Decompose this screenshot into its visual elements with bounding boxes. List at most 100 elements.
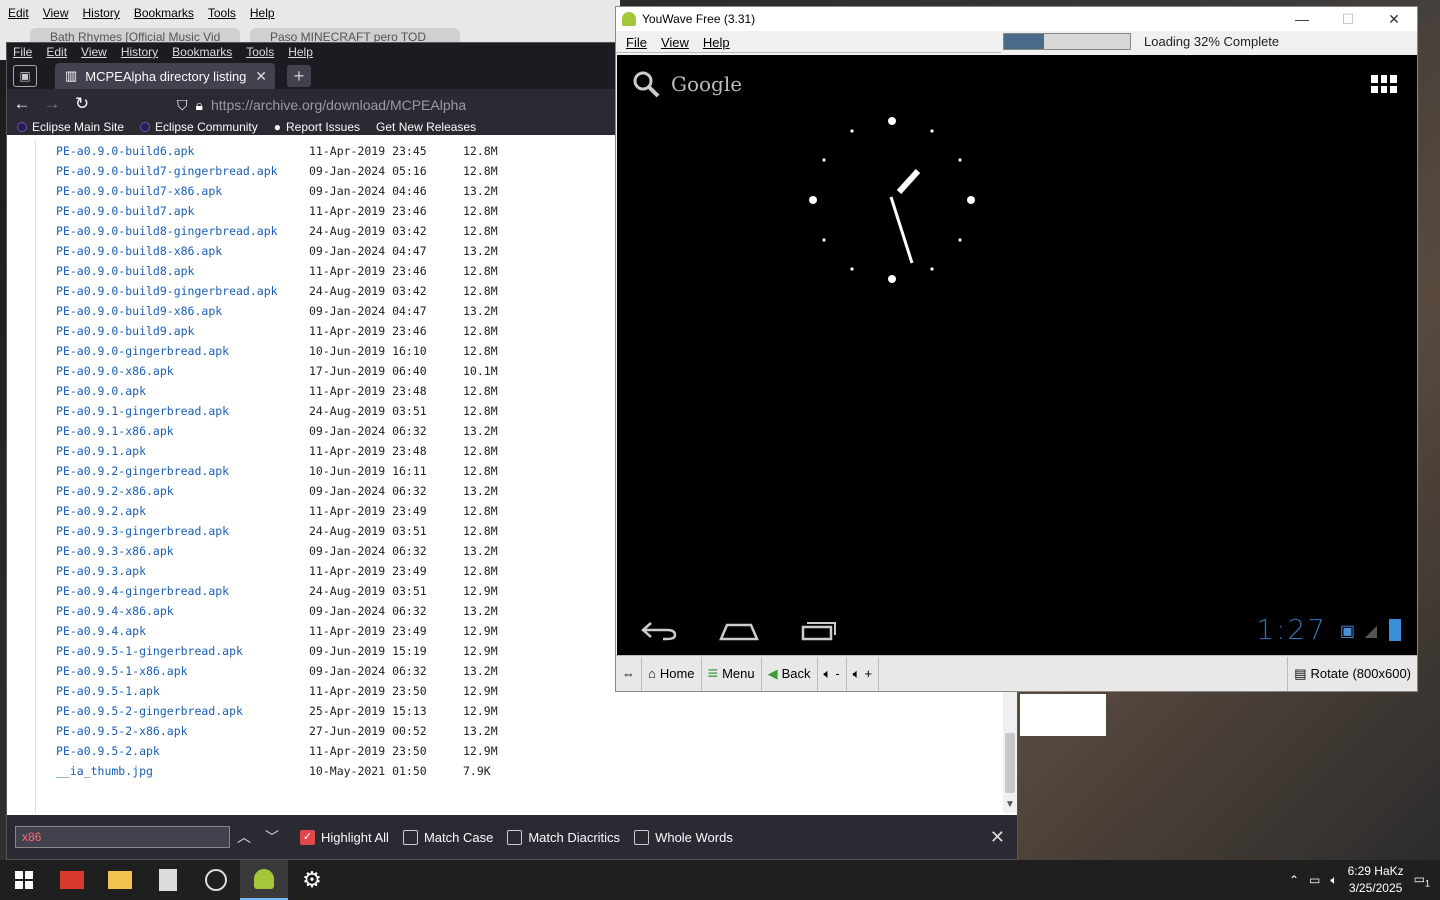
file-link[interactable]: PE-a0.9.0-build7-gingerbread.apk bbox=[36, 161, 309, 181]
notifications-icon[interactable]: ▭1 bbox=[1414, 872, 1430, 888]
android-back-icon[interactable] bbox=[639, 619, 679, 641]
file-link[interactable]: PE-a0.9.0-build9.apk bbox=[36, 321, 309, 341]
bookmark-report-issues[interactable]: ● Report Issues bbox=[274, 120, 360, 134]
url-bar[interactable]: ⛉ 🔒︎ https://archive.org/download/MCPEAl… bbox=[177, 94, 466, 116]
file-link[interactable]: PE-a0.9.5-2.apk bbox=[36, 741, 309, 761]
menu-bookmarks[interactable]: Bookmarks bbox=[134, 6, 194, 26]
youwave-titlebar[interactable]: YouWave Free (3.31) — ☐ ✕ bbox=[616, 7, 1417, 31]
find-next-icon[interactable]: ﹀ bbox=[258, 827, 286, 847]
menu-help[interactable]: Help bbox=[250, 6, 275, 26]
file-link[interactable]: PE-a0.9.4.apk bbox=[36, 621, 309, 641]
menu-tools[interactable]: Tools bbox=[246, 45, 274, 59]
home-button[interactable]: ⌂ Home bbox=[642, 656, 702, 691]
android-screen[interactable]: Google 1:27 ▣ ◢ bbox=[617, 55, 1417, 655]
volume-icon[interactable]: 🔈︎ bbox=[1330, 873, 1337, 888]
taskbar-app-notepad[interactable] bbox=[144, 860, 192, 900]
bookmark-eclipse-main[interactable]: Eclipse Main Site bbox=[17, 120, 124, 134]
chevron-up-icon[interactable]: ⌃ bbox=[1289, 873, 1299, 887]
whole-words-checkbox[interactable]: Whole Words bbox=[634, 829, 733, 845]
page-scrollbar[interactable]: ▼ bbox=[1003, 683, 1017, 813]
menu-tools[interactable]: Tools bbox=[208, 6, 236, 26]
tab-manager-icon[interactable]: ▣ bbox=[13, 65, 37, 87]
menu-history[interactable]: History bbox=[121, 45, 158, 59]
file-link[interactable]: PE-a0.9.2.apk bbox=[36, 501, 309, 521]
maximize-icon[interactable]: ☐ bbox=[1325, 7, 1371, 31]
menu-file[interactable]: File bbox=[626, 35, 647, 50]
menu-view[interactable]: View bbox=[661, 35, 689, 50]
file-link[interactable]: PE-a0.9.0-build6.apk bbox=[36, 141, 309, 161]
file-link[interactable]: PE-a0.9.1-gingerbread.apk bbox=[36, 401, 309, 421]
close-icon[interactable]: ✕ bbox=[1371, 7, 1417, 31]
file-link[interactable]: PE-a0.9.2-x86.apk bbox=[36, 481, 309, 501]
file-link[interactable]: PE-a0.9.2-gingerbread.apk bbox=[36, 461, 309, 481]
menu-bookmarks[interactable]: Bookmarks bbox=[172, 45, 232, 59]
taskbar-app-youwave[interactable] bbox=[240, 860, 288, 900]
file-link[interactable]: PE-a0.9.1-x86.apk bbox=[36, 421, 309, 441]
network-icon[interactable]: ▭ bbox=[1309, 873, 1320, 887]
forward-arrow-icon[interactable]: → bbox=[37, 94, 67, 114]
file-link[interactable]: PE-a0.9.0-x86.apk bbox=[36, 361, 309, 381]
rotate-button[interactable]: ▤ Rotate (800x600) bbox=[1287, 656, 1417, 691]
bookmark-eclipse-community[interactable]: Eclipse Community bbox=[140, 120, 258, 134]
menu-view[interactable]: View bbox=[43, 6, 69, 26]
file-link[interactable]: PE-a0.9.5-1-gingerbread.apk bbox=[36, 641, 309, 661]
apps-grid-icon[interactable] bbox=[1371, 75, 1397, 93]
taskbar-app-settings[interactable]: ⚙ bbox=[288, 860, 336, 900]
find-input[interactable] bbox=[15, 826, 230, 848]
file-link[interactable]: PE-a0.9.5-2-gingerbread.apk bbox=[36, 701, 309, 721]
close-tab-icon[interactable]: ✕ bbox=[255, 68, 267, 85]
file-link[interactable]: PE-a0.9.3.apk bbox=[36, 561, 309, 581]
bookmark-new-releases[interactable]: Get New Releases bbox=[376, 120, 476, 134]
find-previous-icon[interactable]: ︿ bbox=[230, 827, 258, 847]
file-link[interactable]: __ia_thumb.jpg bbox=[36, 761, 309, 781]
menu-history[interactable]: History bbox=[82, 6, 119, 26]
close-findbar-icon[interactable]: ✕ bbox=[990, 827, 1005, 848]
android-recents-icon[interactable] bbox=[799, 619, 839, 641]
menu-view[interactable]: View bbox=[81, 45, 107, 59]
file-link[interactable]: PE-a0.9.3-x86.apk bbox=[36, 541, 309, 561]
menu-help[interactable]: Help bbox=[288, 45, 313, 59]
menu-edit[interactable]: Edit bbox=[46, 45, 67, 59]
shield-icon[interactable]: ⛉ bbox=[177, 97, 188, 114]
new-tab-button[interactable]: + bbox=[287, 65, 311, 87]
start-button[interactable] bbox=[0, 860, 48, 900]
menu-help[interactable]: Help bbox=[703, 35, 730, 50]
android-home-icon[interactable] bbox=[719, 619, 759, 641]
file-link[interactable]: PE-a0.9.0.apk bbox=[36, 381, 309, 401]
file-link[interactable]: PE-a0.9.0-build7.apk bbox=[36, 201, 309, 221]
analog-clock-widget[interactable] bbox=[797, 105, 987, 295]
menu-edit[interactable]: Edit bbox=[8, 6, 29, 26]
scroll-down-icon[interactable]: ▼ bbox=[1003, 799, 1017, 813]
taskbar-app-obs[interactable] bbox=[192, 860, 240, 900]
scrollbar-thumb[interactable] bbox=[1005, 733, 1015, 793]
minimize-icon[interactable]: — bbox=[1279, 7, 1325, 31]
volume-up-button[interactable]: 🔈︎ + bbox=[847, 656, 880, 691]
taskbar-app-explorer[interactable] bbox=[96, 860, 144, 900]
file-link[interactable]: PE-a0.9.4-gingerbread.apk bbox=[36, 581, 309, 601]
back-button[interactable]: ◀ Back bbox=[762, 656, 818, 691]
match-case-checkbox[interactable]: Match Case bbox=[402, 829, 493, 845]
match-diacritics-checkbox[interactable]: Match Diacritics bbox=[507, 829, 620, 845]
file-link[interactable]: PE-a0.9.0-build8-gingerbread.apk bbox=[36, 221, 309, 241]
lock-icon[interactable]: 🔒︎ bbox=[196, 97, 203, 114]
file-link[interactable]: PE-a0.9.1.apk bbox=[36, 441, 309, 461]
system-clock[interactable]: 6:29 HaKz 3/25/2025 bbox=[1348, 863, 1404, 897]
file-link[interactable]: PE-a0.9.5-1.apk bbox=[36, 681, 309, 701]
file-link[interactable]: PE-a0.9.0-build9-gingerbread.apk bbox=[36, 281, 309, 301]
tab-active[interactable]: ▥ MCPEAlpha directory listing ✕ bbox=[55, 63, 275, 89]
file-link[interactable]: PE-a0.9.4-x86.apk bbox=[36, 601, 309, 621]
menu-button[interactable]: ≡ Menu bbox=[702, 656, 762, 691]
file-link[interactable]: PE-a0.9.0-build8-x86.apk bbox=[36, 241, 309, 261]
menu-file[interactable]: File bbox=[13, 45, 32, 59]
file-link[interactable]: PE-a0.9.0-gingerbread.apk bbox=[36, 341, 309, 361]
back-arrow-icon[interactable]: ← bbox=[7, 94, 37, 114]
file-link[interactable]: PE-a0.9.0-build8.apk bbox=[36, 261, 309, 281]
file-link[interactable]: PE-a0.9.0-build9-x86.apk bbox=[36, 301, 309, 321]
file-link[interactable]: PE-a0.9.5-1-x86.apk bbox=[36, 661, 309, 681]
volume-down-button[interactable]: 🔈︎ - bbox=[818, 656, 847, 691]
reload-icon[interactable]: ↻ bbox=[67, 94, 97, 114]
notification-icon[interactable]: ▣ bbox=[1340, 621, 1355, 641]
highlight-all-checkbox[interactable]: ✓ Highlight All bbox=[300, 829, 389, 845]
file-link[interactable]: PE-a0.9.0-build7-x86.apk bbox=[36, 181, 309, 201]
file-link[interactable]: PE-a0.9.3-gingerbread.apk bbox=[36, 521, 309, 541]
